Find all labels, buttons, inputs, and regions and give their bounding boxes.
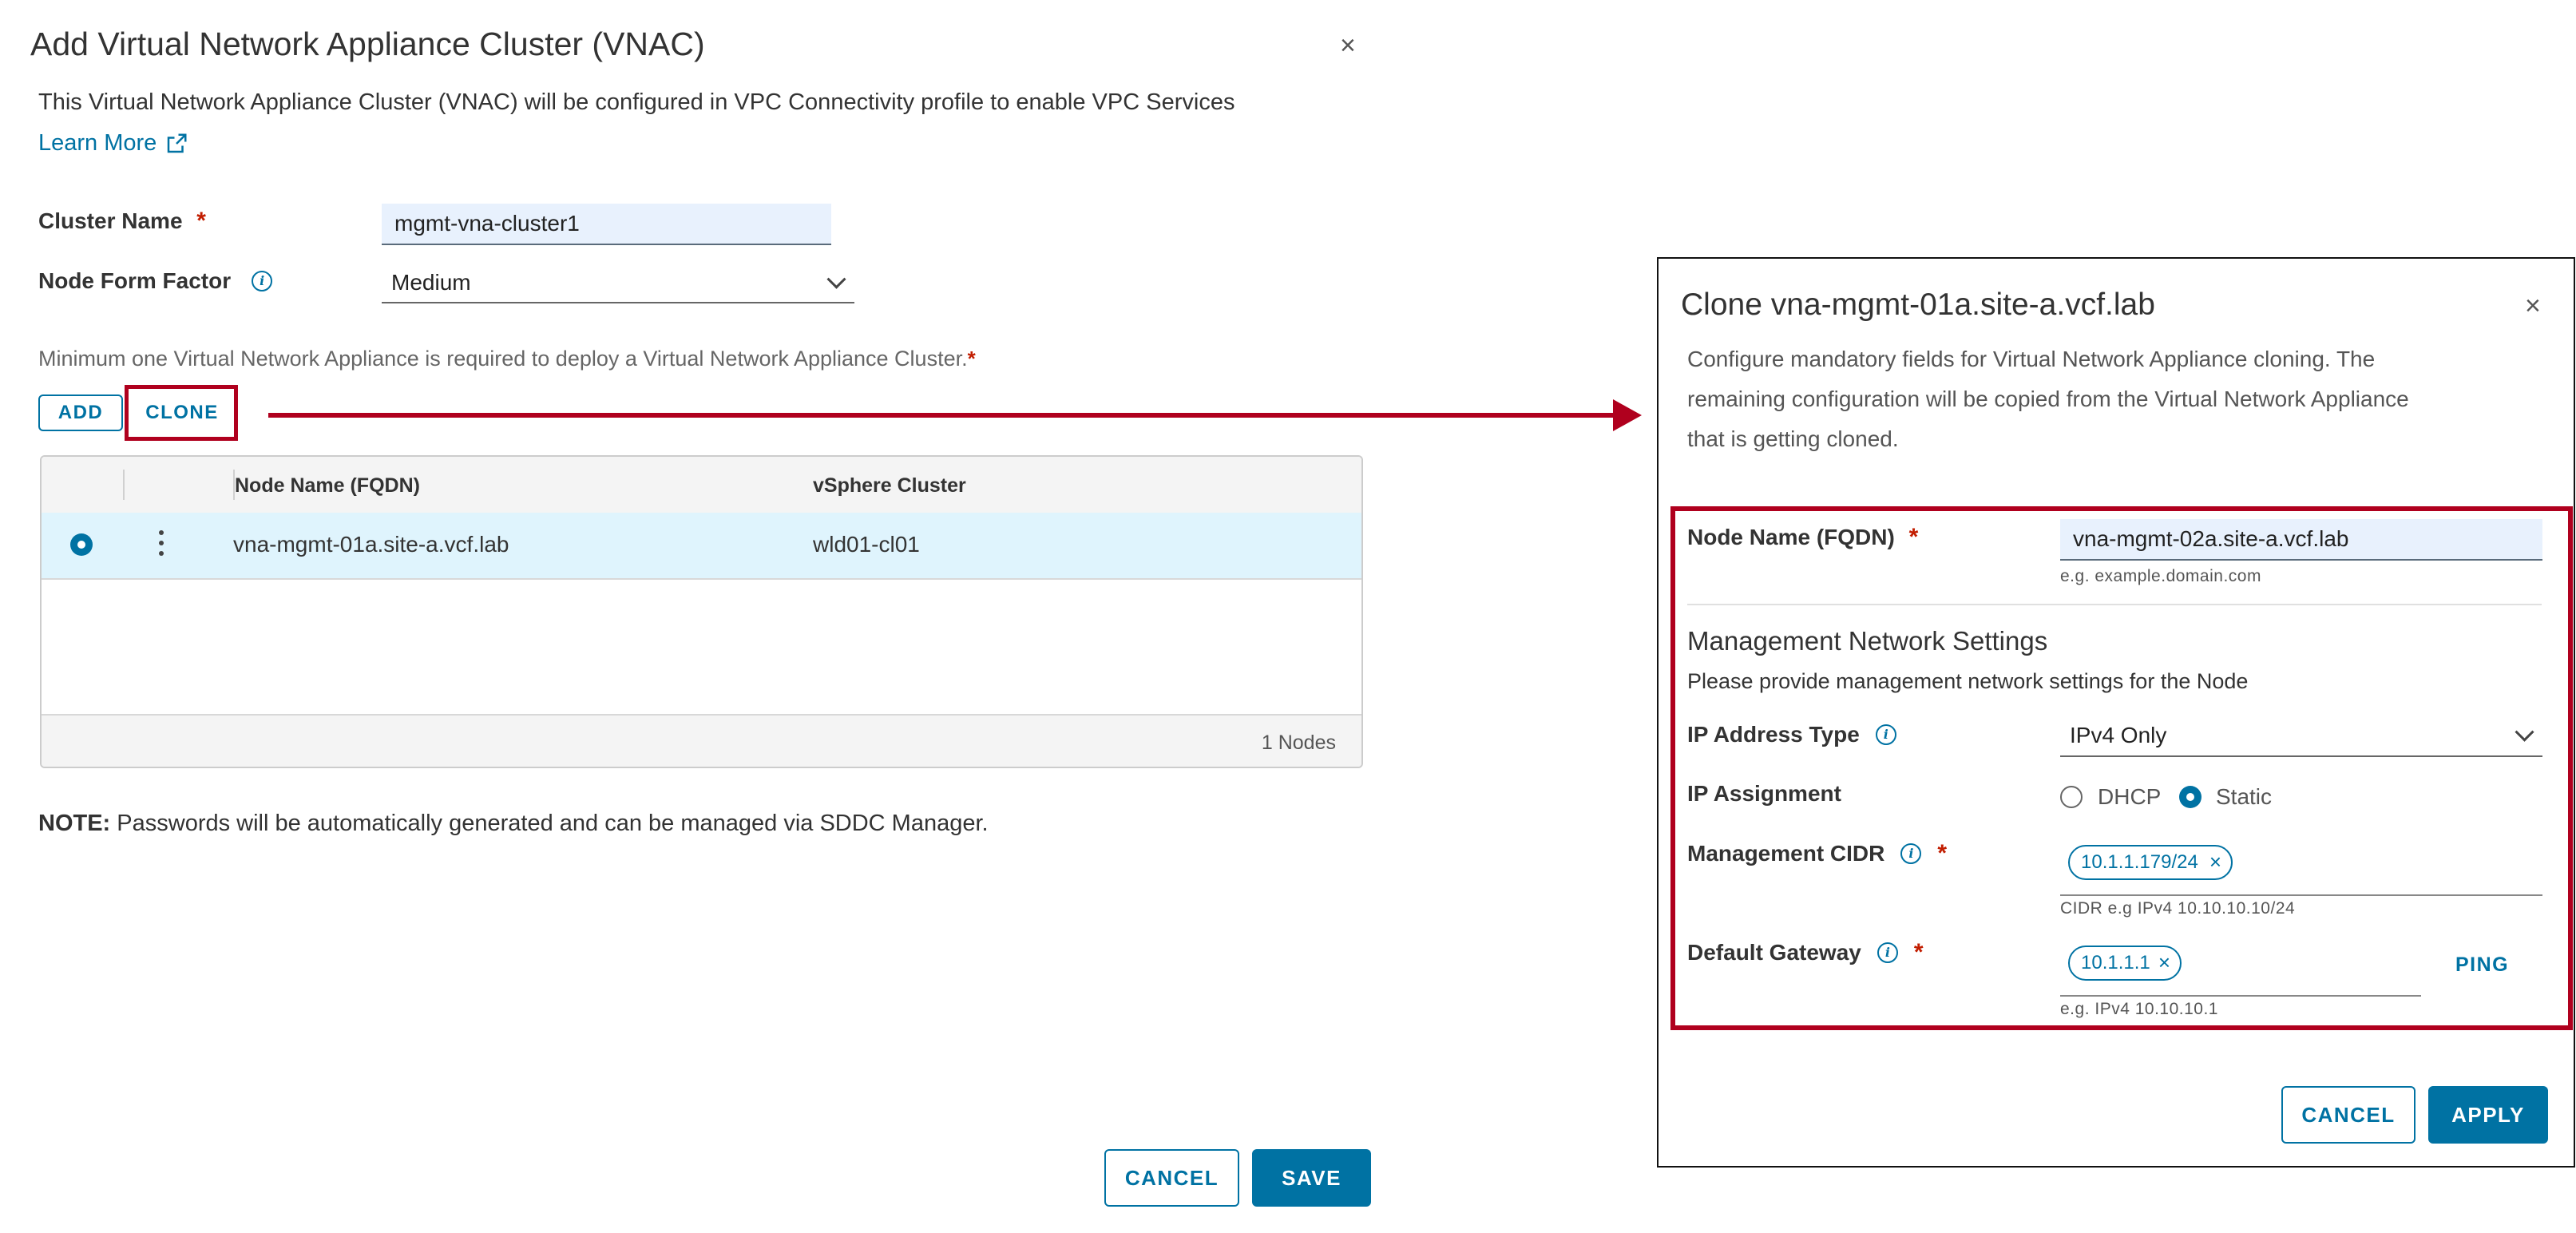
column-divider — [123, 470, 125, 500]
cidr-hint: CIDR e.g IPv4 10.10.10.10/24 — [2060, 899, 2296, 918]
apply-button[interactable]: APPLY — [2428, 1086, 2548, 1144]
note-text: Passwords will be automatically generate… — [110, 811, 989, 836]
ip-type-select[interactable]: IPv4 Only — [2060, 716, 2542, 757]
gateway-hint: e.g. IPv4 10.10.10.1 — [2060, 1000, 2218, 1018]
gateway-label: Default Gateway — [1687, 940, 1861, 965]
dialog-description: This Virtual Network Appliance Cluster (… — [38, 89, 1235, 115]
required-asterisk: * — [1913, 939, 1924, 965]
ip-type-label-group: IP Address Type i — [1687, 722, 1896, 747]
cluster-name-label: Cluster Name * — [38, 208, 206, 234]
external-link-icon — [168, 133, 187, 153]
learn-more-label: Learn More — [38, 130, 157, 156]
callout-arrow-head-icon — [1613, 399, 1642, 431]
chevron-down-icon — [2515, 722, 2534, 742]
gateway-chip[interactable]: 10.1.1.1 × — [2068, 946, 2182, 981]
learn-more-link[interactable]: Learn More — [38, 130, 188, 157]
passwords-note: NOTE: Passwords will be automatically ge… — [38, 811, 989, 837]
node-name-hint: e.g. example.domain.com — [2060, 567, 2261, 585]
dhcp-radio[interactable] — [2060, 786, 2083, 808]
cidr-label-group: Management CIDR i * — [1687, 840, 1947, 867]
ip-assignment-label: IP Assignment — [1687, 781, 1841, 806]
row-node-name: vna-mgmt-01a.site-a.vcf.lab — [233, 532, 509, 557]
static-label[interactable]: Static — [2216, 784, 2272, 810]
static-radio[interactable] — [2179, 786, 2201, 808]
clone-desc-line1: Configure mandatory fields for Virtual N… — [1687, 347, 2376, 371]
row-select-radio[interactable] — [70, 533, 93, 556]
info-icon[interactable]: i — [1875, 724, 1896, 745]
table-footer: 1 Nodes — [42, 714, 1361, 767]
required-asterisk: * — [1937, 840, 1948, 866]
cidr-chip-value: 10.1.1.179/24 — [2081, 851, 2198, 873]
gateway-label-group: Default Gateway i * — [1687, 939, 1924, 966]
nodes-table: Node Name (FQDN) vSphere Cluster vna-mgm… — [40, 455, 1363, 768]
clone-dialog-title: Clone vna-mgmt-01a.site-a.vcf.lab — [1681, 287, 2155, 322]
ip-type-label: IP Address Type — [1687, 722, 1860, 747]
cidr-input-underline — [2060, 894, 2542, 896]
table-row[interactable]: vna-mgmt-01a.site-a.vcf.lab wld01-cl01 — [42, 513, 1361, 580]
save-button[interactable]: SAVE — [1252, 1149, 1371, 1207]
required-asterisk: * — [1908, 524, 1919, 550]
mgmt-network-subheading: Please provide management network settin… — [1687, 669, 2249, 693]
dhcp-label[interactable]: DHCP — [2098, 784, 2161, 810]
section-divider — [1687, 604, 2542, 605]
cancel-button[interactable]: CANCEL — [1104, 1149, 1239, 1207]
remove-icon[interactable]: × — [2158, 950, 2170, 975]
form-factor-label: Node Form Factor — [38, 268, 232, 293]
cancel-button[interactable]: CANCEL — [2281, 1086, 2415, 1144]
clone-desc-line2: remaining configuration will be copied f… — [1687, 387, 2409, 411]
close-icon[interactable]: × — [2525, 292, 2541, 319]
note-label: NOTE: — [38, 811, 111, 836]
info-icon[interactable]: i — [1877, 942, 1898, 963]
form-factor-value: Medium — [391, 270, 471, 295]
form-factor-select[interactable]: Medium — [382, 264, 854, 303]
gateway-input-underline — [2060, 995, 2421, 997]
cidr-chip[interactable]: 10.1.1.179/24 × — [2068, 845, 2233, 880]
required-asterisk: * — [967, 347, 976, 371]
mgmt-network-heading: Management Network Settings — [1687, 626, 2048, 656]
node-count: 1 Nodes — [1261, 731, 1336, 754]
ip-type-value: IPv4 Only — [2070, 723, 2167, 747]
gateway-chip-value: 10.1.1.1 — [2081, 952, 2150, 973]
node-name-label: Node Name (FQDN) — [1687, 525, 1895, 549]
ping-button[interactable]: PING — [2455, 953, 2509, 977]
column-header-vsphere-cluster[interactable]: vSphere Cluster — [813, 474, 966, 498]
node-name-label-group: Node Name (FQDN) * — [1687, 524, 1918, 551]
info-icon[interactable]: i — [252, 271, 273, 291]
row-vsphere-cluster: wld01-cl01 — [813, 532, 920, 557]
table-header: Node Name (FQDN) vSphere Cluster — [42, 457, 1361, 514]
cluster-name-input[interactable]: mgmt-vna-cluster1 — [382, 204, 831, 245]
close-icon[interactable]: × — [1340, 32, 1356, 59]
remove-icon[interactable]: × — [2209, 850, 2221, 874]
info-icon[interactable]: i — [1900, 843, 1922, 864]
callout-arrow-line — [268, 413, 1618, 418]
row-actions-icon[interactable] — [157, 529, 166, 561]
cidr-label: Management CIDR — [1687, 841, 1885, 866]
dialog-title: Add Virtual Network Appliance Cluster (V… — [30, 26, 705, 62]
clone-desc-line3: that is getting cloned. — [1687, 426, 1899, 451]
form-factor-label-group: Node Form Factor i — [38, 268, 273, 294]
add-button[interactable]: ADD — [38, 394, 123, 431]
clone-highlight-box — [125, 385, 238, 441]
chevron-down-icon — [826, 269, 846, 289]
column-header-node-name[interactable]: Node Name (FQDN) — [235, 474, 420, 498]
clone-dialog: Clone vna-mgmt-01a.site-a.vcf.lab × Conf… — [1657, 257, 2575, 1168]
requirement-note: Minimum one Virtual Network Appliance is… — [38, 347, 976, 371]
required-asterisk: * — [196, 208, 206, 234]
node-name-input[interactable]: vna-mgmt-02a.site-a.vcf.lab — [2060, 519, 2542, 561]
